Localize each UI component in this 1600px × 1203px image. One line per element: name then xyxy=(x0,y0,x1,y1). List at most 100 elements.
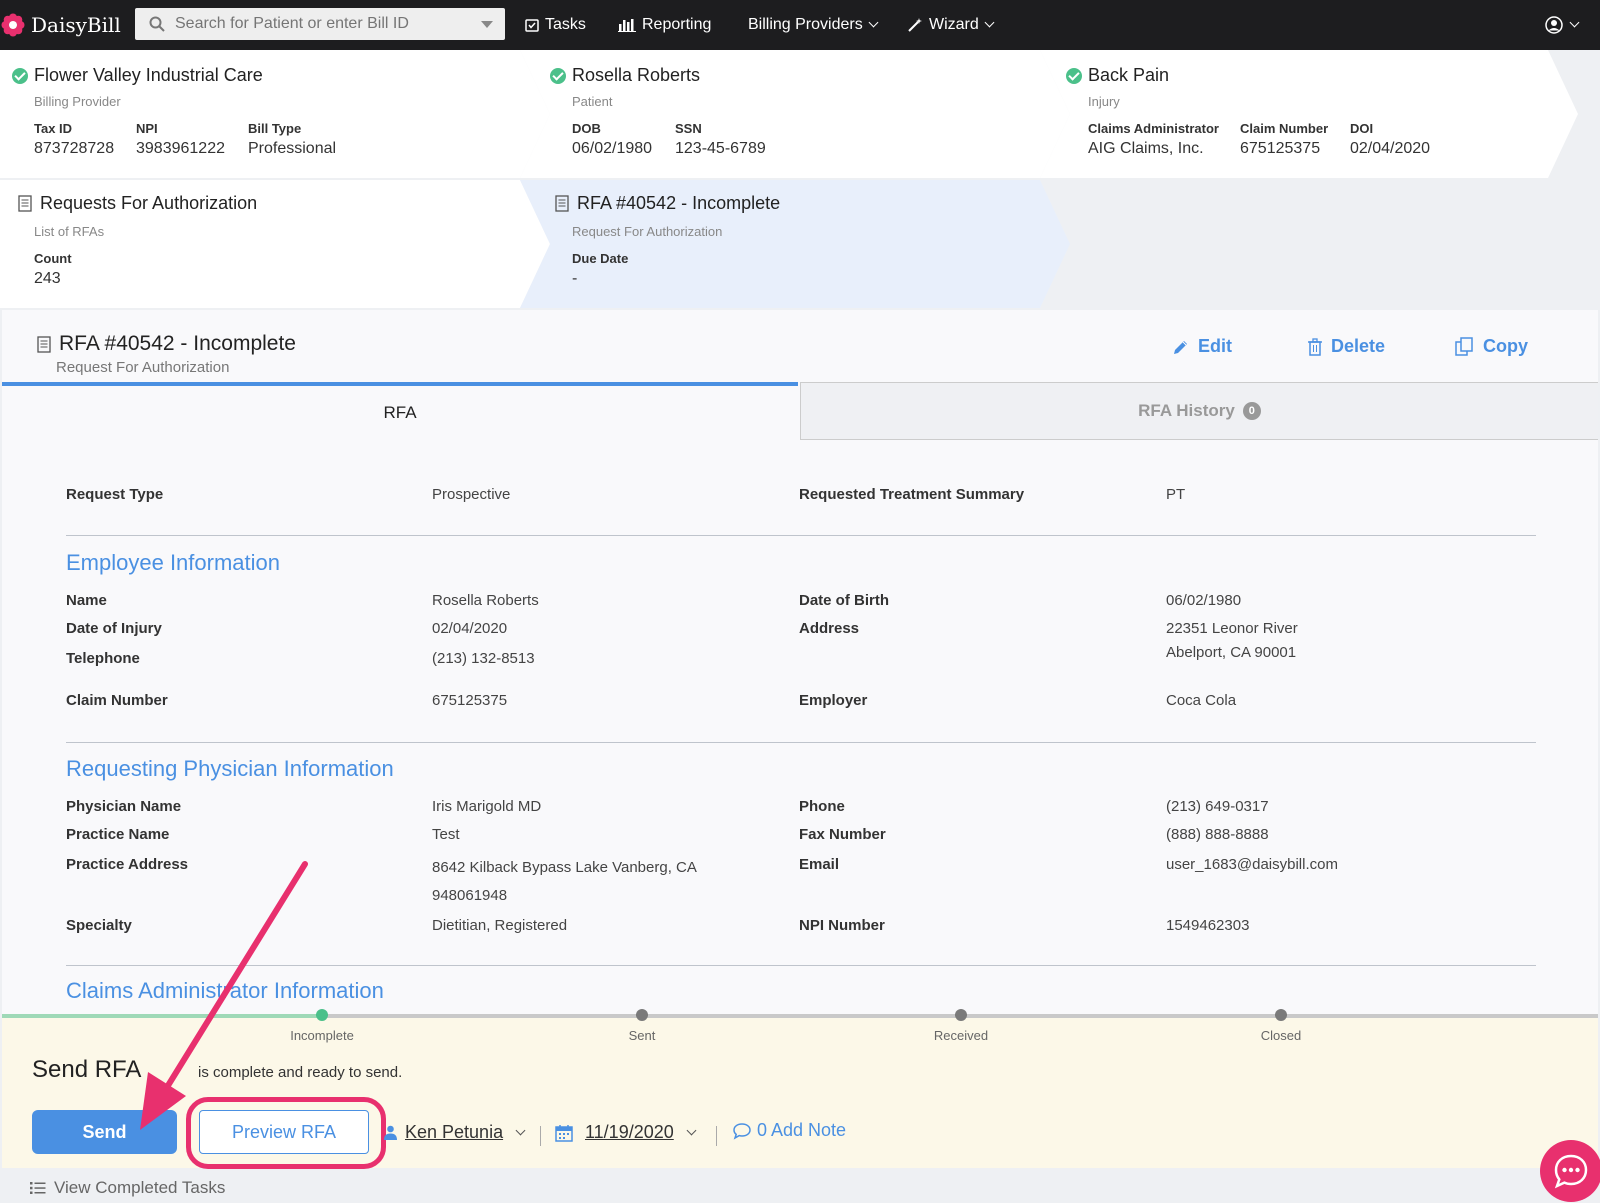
due-date-picker[interactable]: 11/19/2020 xyxy=(555,1122,697,1143)
nav-wizard[interactable]: Wizard xyxy=(907,0,995,50)
employee-claim-number-label: Claim Number xyxy=(66,692,168,709)
specialty-label: Specialty xyxy=(66,917,132,934)
check-circle-icon xyxy=(12,67,28,84)
phone-value: (213) 649-0317 xyxy=(1166,798,1269,815)
chevron-down-icon xyxy=(686,1125,697,1135)
step-incomplete-dot xyxy=(316,1009,328,1021)
specialty-value: Dietitian, Registered xyxy=(432,917,568,934)
add-note-button[interactable]: 0 Add Note xyxy=(732,1120,846,1141)
chevron-down-icon xyxy=(984,17,995,28)
view-completed-tasks-link[interactable]: View Completed Tasks xyxy=(30,1178,225,1198)
email-value: user_1683@daisybill.com xyxy=(1166,856,1338,873)
request-type-label: Request Type xyxy=(66,486,164,503)
delete-label: Delete xyxy=(1331,336,1386,356)
search-input[interactable] xyxy=(175,15,465,33)
breadcrumb-rfa-list-title: Requests For Authorization xyxy=(18,193,257,214)
ssn-value: 123-45-6789 xyxy=(675,140,766,157)
ssn-label: SSN xyxy=(675,121,702,136)
add-note-label: 0 Add Note xyxy=(757,1120,847,1140)
telephone-value: (213) 132-8513 xyxy=(432,650,535,667)
step-closed-label: Closed xyxy=(1260,1028,1302,1043)
treatment-summary-label: Requested Treatment Summary xyxy=(799,486,1025,503)
npi-number-value: 1549462303 xyxy=(1166,917,1250,934)
user-avatar-icon xyxy=(1545,16,1563,34)
fax-number-label: Fax Number xyxy=(799,826,886,843)
employee-section-heading: Employee Information xyxy=(66,550,280,575)
rfa-current-subtitle: Request For Authorization xyxy=(572,224,723,239)
injury-name: Back Pain xyxy=(1088,65,1170,85)
nav-tasks[interactable]: Tasks xyxy=(525,0,586,50)
npi-label: NPI xyxy=(136,121,158,136)
treatment-summary-value: PT xyxy=(1166,486,1186,503)
tab-rfa[interactable]: RFA xyxy=(2,382,798,440)
address-line2: Abelport, CA 90001 xyxy=(1166,644,1297,661)
breadcrumb-injury-title: Back Pain xyxy=(1066,65,1169,86)
employee-claim-number-value: 675125375 xyxy=(432,692,508,709)
delete-button[interactable]: Delete xyxy=(1307,336,1385,357)
rfa-list-title: Requests For Authorization xyxy=(40,193,258,213)
calendar-icon xyxy=(555,1124,573,1142)
edit-label: Edit xyxy=(1198,336,1232,356)
send-button[interactable]: Send xyxy=(32,1110,177,1154)
employee-name-value: Rosella Roberts xyxy=(432,592,539,609)
breadcrumb: Flower Valley Industrial Care Billing Pr… xyxy=(0,50,1600,310)
step-closed-dot xyxy=(1275,1009,1287,1021)
step-received-dot xyxy=(955,1009,967,1021)
user-menu[interactable] xyxy=(1545,0,1580,50)
rfa-list-subtitle: List of RFAs xyxy=(34,224,105,239)
practice-address-line1: 8642 Kilback Bypass Lake Vanberg, CA xyxy=(432,859,697,876)
search-dropdown-icon[interactable] xyxy=(481,21,493,28)
patient-subtitle: Patient xyxy=(572,94,613,109)
claim-number-label: Claim Number xyxy=(1240,121,1329,136)
user-icon xyxy=(384,1125,397,1140)
tab-rfa-history[interactable]: RFA History 0 xyxy=(800,382,1598,440)
chevron-down-icon xyxy=(868,17,879,28)
physician-section-heading: Requesting Physician Information xyxy=(66,756,394,781)
employer-label: Employer xyxy=(799,692,868,709)
bar-chart-icon xyxy=(618,19,636,32)
nav-reporting[interactable]: Reporting xyxy=(618,0,711,50)
assignee-select[interactable]: Ken Petunia xyxy=(384,1122,526,1143)
chat-button[interactable] xyxy=(1540,1140,1600,1202)
divider xyxy=(540,1126,541,1146)
count-label: Count xyxy=(34,251,72,266)
tasks-icon xyxy=(525,19,539,32)
history-count-badge: 0 xyxy=(1242,402,1261,420)
address-line1: 22351 Leonor River xyxy=(1166,620,1298,637)
date-of-injury-value: 02/04/2020 xyxy=(432,620,508,637)
document-icon xyxy=(555,195,569,212)
date-of-birth-label: Date of Birth xyxy=(799,592,889,609)
nav-wizard-label: Wizard xyxy=(929,16,979,33)
page-title-text: RFA #40542 - Incomplete xyxy=(59,332,296,355)
logo[interactable]: DaisyBill xyxy=(0,0,125,50)
search-box[interactable] xyxy=(135,8,505,40)
chat-bubble-icon xyxy=(1554,1154,1588,1189)
edit-button[interactable]: Edit xyxy=(1172,336,1232,357)
nav-billing-providers-label: Billing Providers xyxy=(748,16,863,33)
check-circle-icon xyxy=(1066,67,1082,84)
divider xyxy=(66,535,1536,536)
patient-name: Rosella Roberts xyxy=(572,65,701,85)
npi-value: 3983961222 xyxy=(136,140,225,157)
step-received-label: Received xyxy=(933,1028,989,1043)
claims-admin-label: Claims Administrator xyxy=(1088,121,1219,136)
claims-admin-section-heading: Claims Administrator Information xyxy=(66,978,384,1003)
fax-number-value: (888) 888-8888 xyxy=(1166,826,1269,843)
page-subtitle: Request For Authorization xyxy=(56,359,230,376)
nav-billing-providers[interactable]: Billing Providers xyxy=(748,0,879,50)
employer-value: Coca Cola xyxy=(1166,692,1237,709)
step-sent-dot xyxy=(636,1009,648,1021)
copy-button[interactable]: Copy xyxy=(1455,336,1528,357)
due-date-value: - xyxy=(572,270,578,287)
progress-fill xyxy=(2,1014,322,1018)
rfa-panel: RFA #40542 - Incomplete Request For Auth… xyxy=(2,310,1598,1022)
chevron-down-icon xyxy=(515,1125,526,1135)
tab-rfa-history-label: RFA History xyxy=(1138,401,1235,420)
phone-label: Phone xyxy=(799,798,845,815)
due-date-label: Due Date xyxy=(572,251,629,266)
breadcrumb-rfa-current-title: RFA #40542 - Incomplete xyxy=(555,193,780,214)
physician-name-value: Iris Marigold MD xyxy=(432,798,542,815)
provider-subtitle: Billing Provider xyxy=(34,94,121,109)
dob-value: 06/02/1980 xyxy=(572,140,653,157)
doi-value: 02/04/2020 xyxy=(1350,140,1431,157)
